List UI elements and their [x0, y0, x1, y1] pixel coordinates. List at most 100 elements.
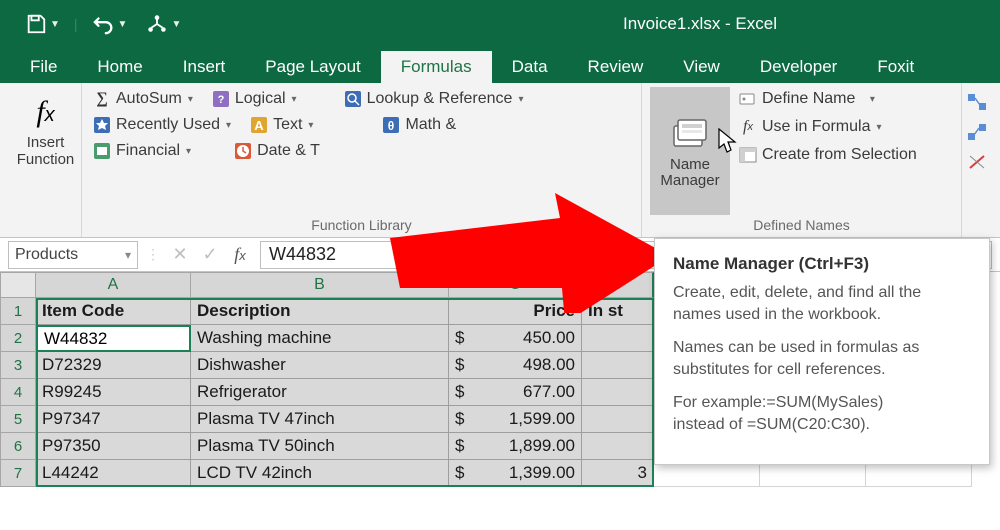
cell[interactable]: Refrigerator [191, 379, 449, 406]
tab-developer[interactable]: Developer [740, 51, 858, 83]
tab-data[interactable]: Data [492, 51, 568, 83]
cell[interactable]: Description [191, 298, 449, 325]
row-header[interactable]: 3 [0, 352, 36, 379]
select-all-corner[interactable] [0, 272, 36, 298]
cell[interactable]: R99245 [36, 379, 191, 406]
clock-icon [233, 141, 253, 161]
ribbon: fx InsertFunction ∑ AutoSum▾ ? Logical▾ … [0, 83, 1000, 238]
chevron-down-icon: ▼ [171, 19, 181, 30]
save-button[interactable]: ▼ [20, 8, 64, 40]
trace-button[interactable]: ▼ [141, 8, 185, 40]
cell[interactable]: Plasma TV 47inch [191, 406, 449, 433]
create-selection-icon [738, 145, 758, 165]
cell[interactable] [582, 433, 654, 460]
cell[interactable]: $1,399.00 [449, 460, 582, 487]
undo-button[interactable]: ▼ [88, 8, 132, 40]
quick-access-toolbar: ▼ | ▼ ▼ [0, 8, 185, 40]
cell[interactable]: Item Code [36, 298, 191, 325]
tab-insert[interactable]: Insert [163, 51, 246, 83]
tab-foxit[interactable]: Foxit [857, 51, 934, 83]
cell[interactable] [582, 352, 654, 379]
chevron-down-icon: ▾ [186, 146, 191, 157]
cell[interactable]: Dishwasher [191, 352, 449, 379]
cell[interactable]: 3 [582, 460, 654, 487]
row-header[interactable]: 7 [0, 460, 36, 487]
row-header[interactable]: 1 [0, 298, 36, 325]
function-library-caption: Function Library [90, 215, 633, 235]
row-header[interactable]: 2 [0, 325, 36, 352]
cell[interactable]: In st [582, 298, 654, 325]
chevron-down-icon: ▾ [518, 94, 523, 105]
col-header-a[interactable]: A [36, 272, 191, 298]
fx-icon[interactable]: fx [228, 244, 252, 265]
cell[interactable]: $677.00 [449, 379, 582, 406]
col-header-c[interactable]: C [449, 272, 582, 298]
tab-page-layout[interactable]: Page Layout [245, 51, 380, 83]
cell[interactable]: $498.00 [449, 352, 582, 379]
text-button[interactable]: A Text▾ [247, 113, 315, 137]
cell[interactable]: $1,899.00 [449, 433, 582, 460]
tooltip-text: Names can be used in formulas as substit… [673, 337, 971, 380]
title-bar: ▼ | ▼ ▼ Invoice1.xlsx - Excel [0, 0, 1000, 48]
financial-icon [92, 141, 112, 161]
cell[interactable] [582, 379, 654, 406]
row-header[interactable]: 6 [0, 433, 36, 460]
create-from-selection-button[interactable]: Create from Selection [736, 143, 953, 167]
tab-home[interactable]: Home [77, 51, 162, 83]
recently-used-button[interactable]: Recently Used▾ [90, 113, 233, 137]
cell[interactable]: LCD TV 42inch [191, 460, 449, 487]
group-formula-auditing [962, 83, 992, 237]
date-time-button[interactable]: Date & T [231, 139, 322, 163]
math-trig-button[interactable]: θ Math & [379, 113, 458, 137]
name-manager-button[interactable]: NameManager [650, 87, 730, 215]
save-icon [24, 12, 48, 36]
cancel-icon[interactable]: ✕ [168, 244, 192, 265]
lookup-reference-button[interactable]: Lookup & Reference▾ [341, 87, 526, 111]
tab-review[interactable]: Review [568, 51, 664, 83]
name-manager-icon [669, 113, 711, 155]
chevron-down-icon: ▾ [125, 248, 131, 262]
tab-formulas[interactable]: Formulas [381, 51, 492, 83]
cell[interactable]: Plasma TV 50inch [191, 433, 449, 460]
recent-icon [92, 115, 112, 135]
financial-button[interactable]: Financial▾ [90, 139, 193, 163]
trace-dependents-icon[interactable] [967, 123, 987, 141]
group-insert-function: fx InsertFunction [0, 83, 82, 237]
cell[interactable]: P97347 [36, 406, 191, 433]
chevron-down-icon: ▾ [292, 94, 297, 105]
defined-names-caption: Defined Names [650, 215, 953, 235]
cell[interactable]: L44242 [36, 460, 191, 487]
logical-button[interactable]: ? Logical▾ [209, 87, 299, 111]
cell[interactable] [582, 325, 654, 352]
col-header-b[interactable]: B [191, 272, 449, 298]
enter-icon[interactable]: ✓ [198, 244, 222, 265]
chevron-down-icon: ▾ [308, 120, 313, 131]
trace-icon [145, 12, 169, 36]
cell[interactable]: D72329 [36, 352, 191, 379]
cell[interactable] [36, 325, 191, 352]
row-header[interactable]: 5 [0, 406, 36, 433]
name-box[interactable]: Products ▾ [8, 241, 138, 269]
remove-arrows-icon[interactable] [967, 153, 987, 171]
cell[interactable]: Washing machine [191, 325, 449, 352]
autosum-button[interactable]: ∑ AutoSum▾ [90, 87, 195, 111]
chevron-down-icon: ▾ [188, 94, 193, 105]
cell[interactable]: P97350 [36, 433, 191, 460]
cell[interactable] [582, 406, 654, 433]
use-in-formula-button[interactable]: fx Use in Formula▾ [736, 115, 953, 139]
trace-precedents-icon[interactable] [967, 93, 987, 111]
tooltip-text: Create, edit, delete, and find all the n… [673, 282, 971, 325]
tab-file[interactable]: File [10, 51, 77, 83]
divider: ⋮ [146, 246, 160, 263]
insert-function-button[interactable]: fx InsertFunction [8, 87, 83, 172]
ribbon-tabs: File Home Insert Page Layout Formulas Da… [0, 48, 1000, 83]
name-manager-tooltip: Name Manager (Ctrl+F3) Create, edit, del… [654, 238, 990, 465]
col-header-d[interactable]: D [582, 272, 654, 298]
cell[interactable]: $450.00 [449, 325, 582, 352]
cell[interactable]: $1,599.00 [449, 406, 582, 433]
cell[interactable]: Price [449, 298, 582, 325]
chevron-down-icon: ▼ [118, 19, 128, 30]
define-name-button[interactable]: Define Name ▾ [736, 87, 953, 111]
row-header[interactable]: 4 [0, 379, 36, 406]
tab-view[interactable]: View [663, 51, 740, 83]
